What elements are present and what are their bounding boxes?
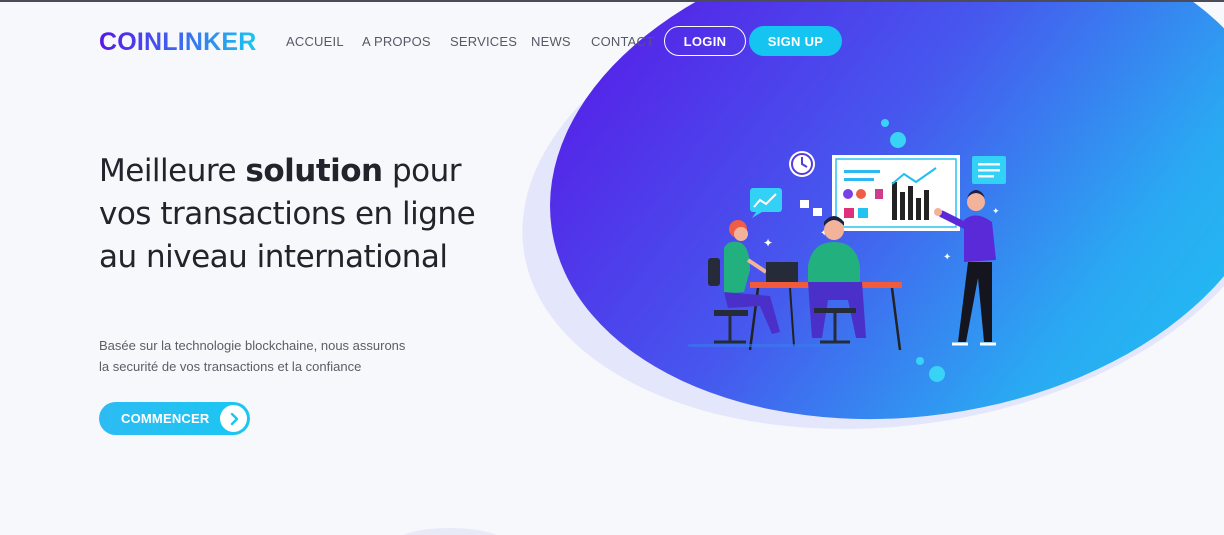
sparkle-icon: ✦ [943,252,951,263]
commencer-button[interactable]: COMMENCER [99,402,250,435]
sparkle-icon: ✦ [763,236,773,250]
laptop-icon [766,262,798,282]
chevron-right-icon [220,405,247,432]
document-icon [972,156,1006,184]
nav-item-services[interactable]: SERVICES [450,34,517,49]
hero-title: Meilleure solution pour vos transactions… [99,150,499,279]
person-presenter [934,190,996,346]
signup-button[interactable]: SIGN UP [749,26,842,56]
nav-item-a-propos[interactable]: A PROPOS [362,34,431,49]
decor-dot [916,357,924,365]
hero-subtitle-line-2: la securité de vos transactions et la co… [99,359,362,374]
hero-title-before: Meilleure [99,153,246,189]
sparkle-icon: ✦ [992,207,1000,217]
nav-item-contact[interactable]: CONTACT [591,34,654,49]
window-top-border [0,0,1224,2]
person-man-seated [808,216,866,344]
clock-icon [789,151,815,177]
brand-logo[interactable]: COINLINKER [99,28,257,57]
decor-arc [395,528,505,535]
floor-line [688,344,878,347]
decor-dot [881,119,889,127]
commencer-label: COMMENCER [121,411,210,426]
presentation-board [832,155,960,231]
nav-item-news[interactable]: NEWS [531,34,571,49]
login-button[interactable]: LOGIN [664,26,746,56]
nav-item-accueil[interactable]: ACCUEIL [286,34,344,49]
hero-subtitle-line-1: Basée sur la technologie blockchaine, no… [99,338,406,353]
decor-dot [890,132,906,148]
hero-title-highlight: solution [245,153,383,189]
team-meeting-illustration: ✦ ✦ ✦ ✦ [688,119,1006,382]
chart-bubble-icon [750,188,782,218]
decor-dot [929,366,945,382]
hero-subtitle: Basée sur la technologie blockchaine, no… [99,335,459,377]
